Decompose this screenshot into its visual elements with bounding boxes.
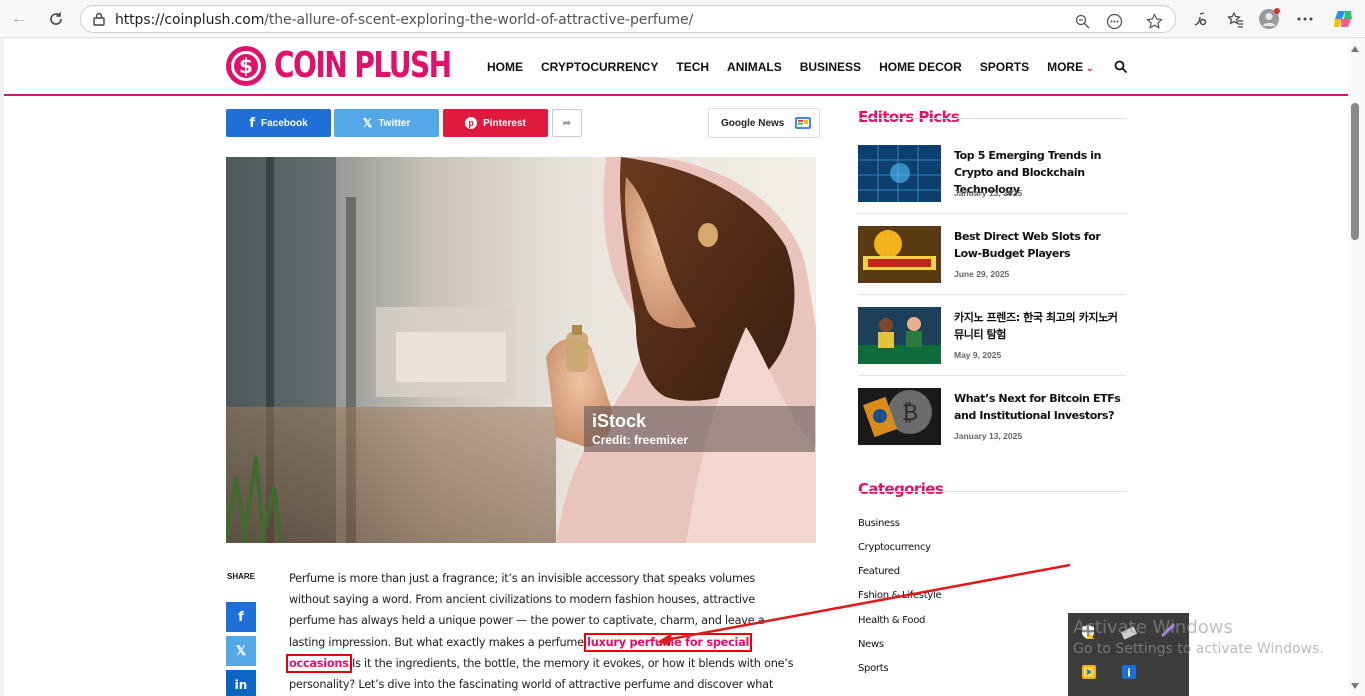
pinterest-share-button[interactable]: p Pinterest bbox=[443, 109, 548, 137]
editors-pick-headline[interactable]: 카지노 프렌즈: 한국 최고의 카지노커뮤니티 탐험 bbox=[954, 309, 1126, 343]
category-link[interactable]: Cryptocurrency bbox=[858, 542, 931, 553]
facebook-icon: f bbox=[238, 609, 244, 625]
scroll-up-arrow[interactable] bbox=[1351, 46, 1359, 52]
article-body: Perfume is more than just a fragrance; i… bbox=[285, 568, 799, 696]
nav-more[interactable]: MORE ⌄ bbox=[1047, 60, 1112, 74]
lock-icon[interactable] bbox=[93, 12, 105, 26]
more-share-button[interactable]: ➦ bbox=[552, 109, 582, 137]
nav-tech[interactable]: TECH bbox=[676, 60, 709, 74]
scrollbar-thumb[interactable] bbox=[1351, 103, 1359, 240]
facebook-share-button[interactable]: f Facebook bbox=[226, 109, 331, 137]
article-thumbnail[interactable] bbox=[858, 307, 941, 364]
nav-sports[interactable]: SPORTS bbox=[980, 60, 1029, 74]
istock-watermark: iStock Credit: freemixer bbox=[584, 406, 815, 452]
editors-pick-date: January 13, 2025 bbox=[954, 188, 1023, 198]
favorites-icon[interactable] bbox=[1224, 8, 1246, 30]
editors-picks-title: Editors Picks bbox=[858, 108, 960, 126]
activate-windows-title: Activate Windows bbox=[1073, 617, 1233, 638]
back-icon[interactable]: ← bbox=[8, 8, 30, 30]
x-icon: 𝕏 bbox=[362, 116, 373, 130]
categories-title: Categories bbox=[858, 480, 944, 498]
favorite-star-icon[interactable] bbox=[1145, 12, 1163, 30]
facebook-icon: f bbox=[249, 115, 255, 131]
category-link[interactable]: Featured bbox=[858, 566, 900, 577]
editors-pick-headline[interactable]: Best Direct Web Slots for Low-Budget Pla… bbox=[954, 228, 1126, 262]
nav-home-decor[interactable]: HOME DECOR bbox=[879, 60, 962, 74]
section-divider bbox=[858, 491, 1126, 492]
media-player-icon[interactable] bbox=[1081, 664, 1097, 680]
header-divider bbox=[4, 94, 1348, 96]
list-divider bbox=[858, 294, 1126, 295]
share-label: SHARE bbox=[227, 572, 256, 581]
side-linkedin-button[interactable]: in bbox=[226, 670, 256, 696]
istock-label: iStock bbox=[592, 411, 647, 431]
share-arrow-icon: ➦ bbox=[562, 117, 572, 129]
photo-credit: Credit: freemixer bbox=[592, 433, 689, 447]
info-icon[interactable]: i bbox=[1121, 664, 1137, 680]
list-divider bbox=[858, 213, 1126, 214]
editors-pick-date: May 9, 2025 bbox=[954, 350, 1002, 360]
article-thumbnail[interactable] bbox=[858, 145, 941, 202]
category-link[interactable]: Health & Food bbox=[858, 615, 925, 626]
chevron-down-icon: ⌄ bbox=[1086, 63, 1094, 73]
article-thumbnail[interactable]: ₿ bbox=[858, 388, 941, 445]
side-facebook-button[interactable]: f bbox=[226, 602, 256, 632]
editors-pick-item[interactable]: ₿ What’s Next for Bitcoin ETFs and Insti… bbox=[858, 388, 1126, 468]
article-hero-image bbox=[226, 157, 816, 543]
reader-options-icon[interactable] bbox=[1105, 12, 1123, 30]
zoom-icon[interactable] bbox=[1073, 12, 1091, 30]
nav-home[interactable]: HOME bbox=[487, 60, 523, 74]
read-aloud-icon[interactable] bbox=[1189, 8, 1211, 30]
category-link[interactable]: Sports bbox=[858, 663, 889, 674]
web-page: $ COIN PLUSH HOME CRYPTOCURRENCY TECH AN… bbox=[4, 39, 1348, 696]
editors-pick-date: June 29, 2025 bbox=[954, 269, 1010, 279]
list-divider bbox=[858, 375, 1126, 376]
browser-toolbar: ← https://coinplush.com/the-allure-of-sc… bbox=[0, 0, 1365, 38]
pinterest-label: Pinterest bbox=[483, 117, 526, 129]
section-divider bbox=[858, 118, 1126, 119]
nav-more-label: MORE bbox=[1047, 60, 1084, 74]
svg-text:i: i bbox=[1127, 667, 1131, 680]
copilot-icon[interactable] bbox=[1332, 8, 1354, 30]
activate-windows-subtitle: Go to Settings to activate Windows. bbox=[1073, 641, 1324, 657]
site-logo[interactable]: COIN PLUSH bbox=[274, 45, 452, 86]
address-bar[interactable]: https://coinplush.com/the-allure-of-scen… bbox=[80, 5, 1176, 33]
category-link[interactable]: Fshion & Lifestyle bbox=[858, 590, 942, 601]
google-news-icon bbox=[795, 117, 812, 129]
logo-coin-icon[interactable]: $ bbox=[226, 46, 266, 86]
twitter-share-button[interactable]: 𝕏 Twitter bbox=[334, 109, 439, 137]
linkedin-icon: in bbox=[234, 678, 248, 692]
logo-symbol: $ bbox=[231, 51, 261, 81]
category-link[interactable]: News bbox=[858, 639, 884, 650]
editors-pick-date: January 13, 2025 bbox=[954, 431, 1023, 441]
nav-business[interactable]: BUSINESS bbox=[800, 60, 861, 74]
side-twitter-button[interactable]: 𝕏 bbox=[226, 636, 256, 666]
article-thumbnail[interactable] bbox=[858, 226, 941, 283]
search-icon[interactable] bbox=[1114, 60, 1128, 74]
category-link[interactable]: Business bbox=[858, 518, 900, 529]
google-news-label: Google News bbox=[721, 117, 785, 129]
url-text[interactable]: https://coinplush.com/the-allure-of-scen… bbox=[115, 12, 693, 28]
svg-text:₿: ₿ bbox=[902, 401, 918, 426]
more-menu-icon[interactable] bbox=[1294, 8, 1316, 30]
refresh-icon[interactable] bbox=[45, 8, 67, 30]
pinterest-icon: p bbox=[465, 117, 478, 129]
scroll-down-arrow[interactable] bbox=[1351, 683, 1359, 689]
editors-pick-headline[interactable]: What’s Next for Bitcoin ETFs and Institu… bbox=[954, 390, 1126, 424]
article-text-continued: Is it the ingredients, the bottle, the m… bbox=[289, 656, 794, 692]
nav-animals[interactable]: ANIMALS bbox=[727, 60, 782, 74]
nav-cryptocurrency[interactable]: CRYPTOCURRENCY bbox=[541, 60, 658, 74]
x-icon: 𝕏 bbox=[235, 643, 247, 658]
main-nav: HOME CRYPTOCURRENCY TECH ANIMALS BUSINES… bbox=[487, 60, 1130, 74]
twitter-label: Twitter bbox=[378, 117, 411, 129]
facebook-label: Facebook bbox=[260, 117, 308, 129]
google-news-button[interactable]: Google News bbox=[708, 108, 820, 138]
profile-avatar-icon[interactable] bbox=[1258, 8, 1280, 30]
